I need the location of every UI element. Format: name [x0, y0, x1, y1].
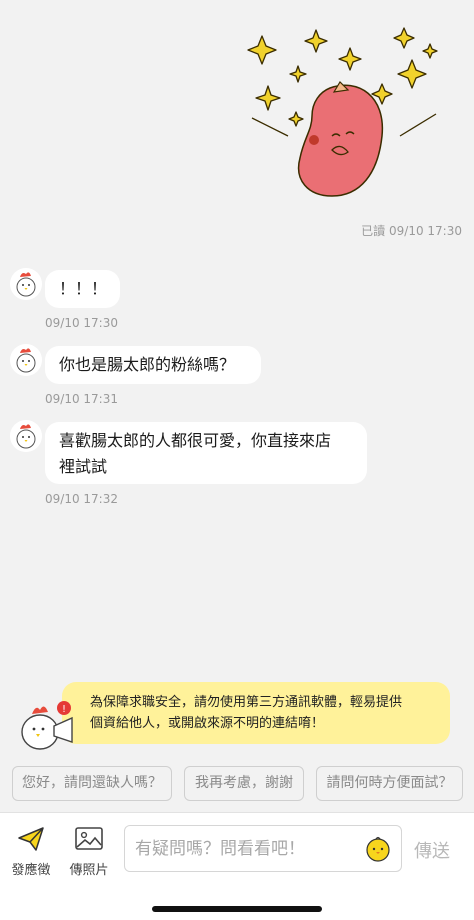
svg-text:!: !	[62, 704, 66, 715]
home-indicator	[152, 906, 322, 912]
paper-plane-icon	[18, 827, 44, 851]
message-text-line: 裡試試	[59, 457, 108, 476]
message-bubble[interactable]: 喜歡腸太郎的人都很可愛，你直接來店 裡試試	[45, 422, 367, 484]
notice-text-line: 為保障求職安全，請勿使用第三方通訊軟體，輕易提供	[90, 695, 403, 710]
image-icon	[75, 827, 103, 850]
send-photo-button[interactable]: 傳照片	[64, 825, 114, 878]
read-time: 09/10 17:30	[389, 224, 462, 238]
chicken-megaphone-icon: !	[21, 701, 73, 750]
message-input[interactable]	[135, 826, 355, 871]
safety-notice: 為保障求職安全，請勿使用第三方通訊軟體，輕易提供 個資給他人，或開啟來源不明的連…	[0, 676, 474, 756]
message-bubble[interactable]: ！！！	[45, 270, 120, 308]
notice-text-line: 個資給他人，或開啟來源不明的連結唷！	[90, 716, 325, 731]
quick-replies: 您好，請問還缺人嗎？ 我再考慮，謝謝 請問何時方便面試？	[0, 766, 474, 802]
bottom-toolbar: 發應徵 傳照片 傳送	[0, 812, 474, 920]
notice-bubble: 為保障求職安全，請勿使用第三方通訊軟體，輕易提供 個資給他人，或開啟來源不明的連…	[62, 682, 450, 744]
quick-reply-chip[interactable]: 請問何時方便面試？	[316, 766, 463, 801]
message-time: 09/10 17:32	[45, 492, 118, 506]
apply-label: 發應徵	[11, 863, 51, 878]
message-time: 09/10 17:30	[45, 316, 118, 330]
send-button[interactable]: 傳送	[414, 837, 450, 863]
sausage-sticker	[247, 27, 438, 197]
chicken-avatar-icon[interactable]	[10, 268, 42, 300]
chick-emoji-icon[interactable]	[365, 836, 391, 862]
message-time: 09/10 17:31	[45, 392, 118, 406]
message-bubble[interactable]: 你也是腸太郎的粉絲嗎？	[45, 346, 261, 384]
apply-button[interactable]: 發應徵	[6, 825, 56, 878]
message-input-box[interactable]	[124, 825, 402, 872]
quick-reply-chip[interactable]: 我再考慮，謝謝	[184, 766, 304, 801]
quick-reply-chip[interactable]: 您好，請問還缺人嗎？	[12, 766, 172, 801]
chicken-avatar-icon[interactable]	[10, 420, 42, 452]
message-text: 你也是腸太郎的粉絲嗎？	[59, 355, 236, 374]
read-status: 已讀	[361, 224, 386, 238]
read-receipt: 已讀 09/10 17:30	[361, 222, 462, 239]
message-text-line: 喜歡腸太郎的人都很可愛，你直接來店	[59, 431, 332, 450]
photo-label: 傳照片	[69, 863, 109, 878]
chicken-avatar-icon[interactable]	[10, 344, 42, 376]
message-text: ！！！	[59, 279, 108, 298]
